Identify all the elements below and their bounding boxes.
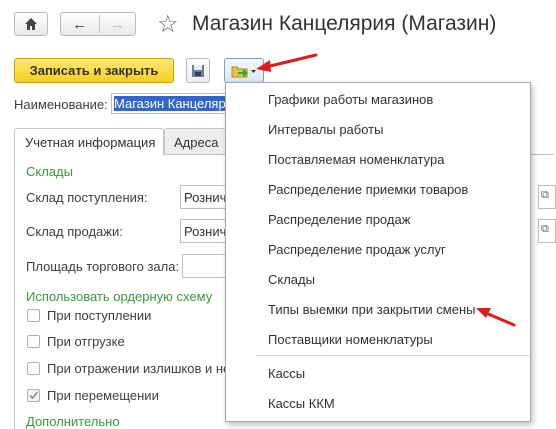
red-annotation-arrow-menu [476, 308, 516, 327]
floppy-disk-icon [192, 64, 204, 77]
red-annotation-arrow-top [256, 53, 318, 72]
on-transfer-checkbox[interactable] [27, 389, 40, 402]
on-shipment-checkbox[interactable] [27, 335, 40, 348]
favorite-star-icon[interactable]: ☆ [157, 10, 179, 39]
sales-area-label: Площадь торгового зала: [26, 259, 180, 274]
menu-item-sales-distribution[interactable]: Распределение продаж [268, 212, 410, 227]
receipt-warehouse-label: Склад поступления: [26, 190, 148, 205]
checkmark-icon [29, 391, 39, 400]
on-surplus-shortage-checkbox[interactable] [27, 362, 40, 375]
menu-item-shift-close-withdrawal-types[interactable]: Типы выемки при закрытии смены [268, 302, 475, 317]
on-surplus-shortage-label: При отражении излишков и недостач [47, 361, 227, 376]
nav-history: ← → [60, 12, 136, 36]
on-receipt-label: При поступлении [47, 308, 152, 323]
save-and-close-button[interactable]: Записать и закрыть [14, 58, 174, 83]
menu-item-cash-registers[interactable]: Кассы [268, 366, 305, 381]
menu-item-work-intervals[interactable]: Интервалы работы [268, 122, 383, 137]
save-button[interactable] [186, 58, 210, 83]
home-button[interactable] [14, 12, 48, 36]
back-arrow-icon[interactable]: ← [61, 16, 99, 33]
name-input-selected-text: Магазин Канцелярия [114, 96, 226, 111]
on-receipt-checkbox[interactable] [27, 309, 40, 322]
tab-addresses[interactable]: Адреса [164, 128, 226, 155]
name-label: Наименование: [14, 97, 108, 112]
go-to-menu: Графики работы магазинов Интервалы работ… [225, 82, 531, 422]
sales-warehouse-label: Склад продажи: [26, 224, 123, 239]
menu-item-nomenclature-suppliers[interactable]: Поставщики номенклатуры [268, 332, 433, 347]
menu-item-supplied-nomenclature[interactable]: Поставляемая номенклатура [268, 152, 444, 167]
window-title: Магазин Канцелярия (Магазин) [192, 12, 497, 35]
menu-item-store-schedules[interactable]: Графики работы магазинов [268, 92, 433, 107]
on-shipment-label: При отгрузке [47, 334, 125, 349]
menu-item-service-sales-distribution[interactable]: Распределение продаж услуг [268, 242, 446, 257]
name-input[interactable]: Магазин Канцелярия [111, 93, 227, 114]
warehouses-section-heading: Склады [26, 164, 73, 179]
receipt-warehouse-open-button[interactable]: ⧉ [538, 185, 556, 209]
order-scheme-section-heading: Использовать ордерную схему [26, 289, 213, 304]
on-transfer-label: При перемещении [47, 388, 159, 403]
sales-warehouse-open-button[interactable]: ⧉ [538, 219, 556, 243]
home-icon [25, 18, 37, 30]
additional-section-heading: Дополнительно [26, 414, 120, 429]
menu-item-kkm-cash-registers[interactable]: Кассы ККМ [268, 396, 335, 411]
forward-arrow-icon[interactable]: → [99, 16, 135, 33]
menu-item-goods-receipt-distribution[interactable]: Распределение приемки товаров [268, 182, 468, 197]
tab-content-left-border [14, 154, 15, 429]
tab-accounting-info[interactable]: Учетная информация [14, 128, 164, 155]
menu-item-warehouses[interactable]: Склады [268, 272, 315, 287]
menu-separator [256, 355, 530, 356]
